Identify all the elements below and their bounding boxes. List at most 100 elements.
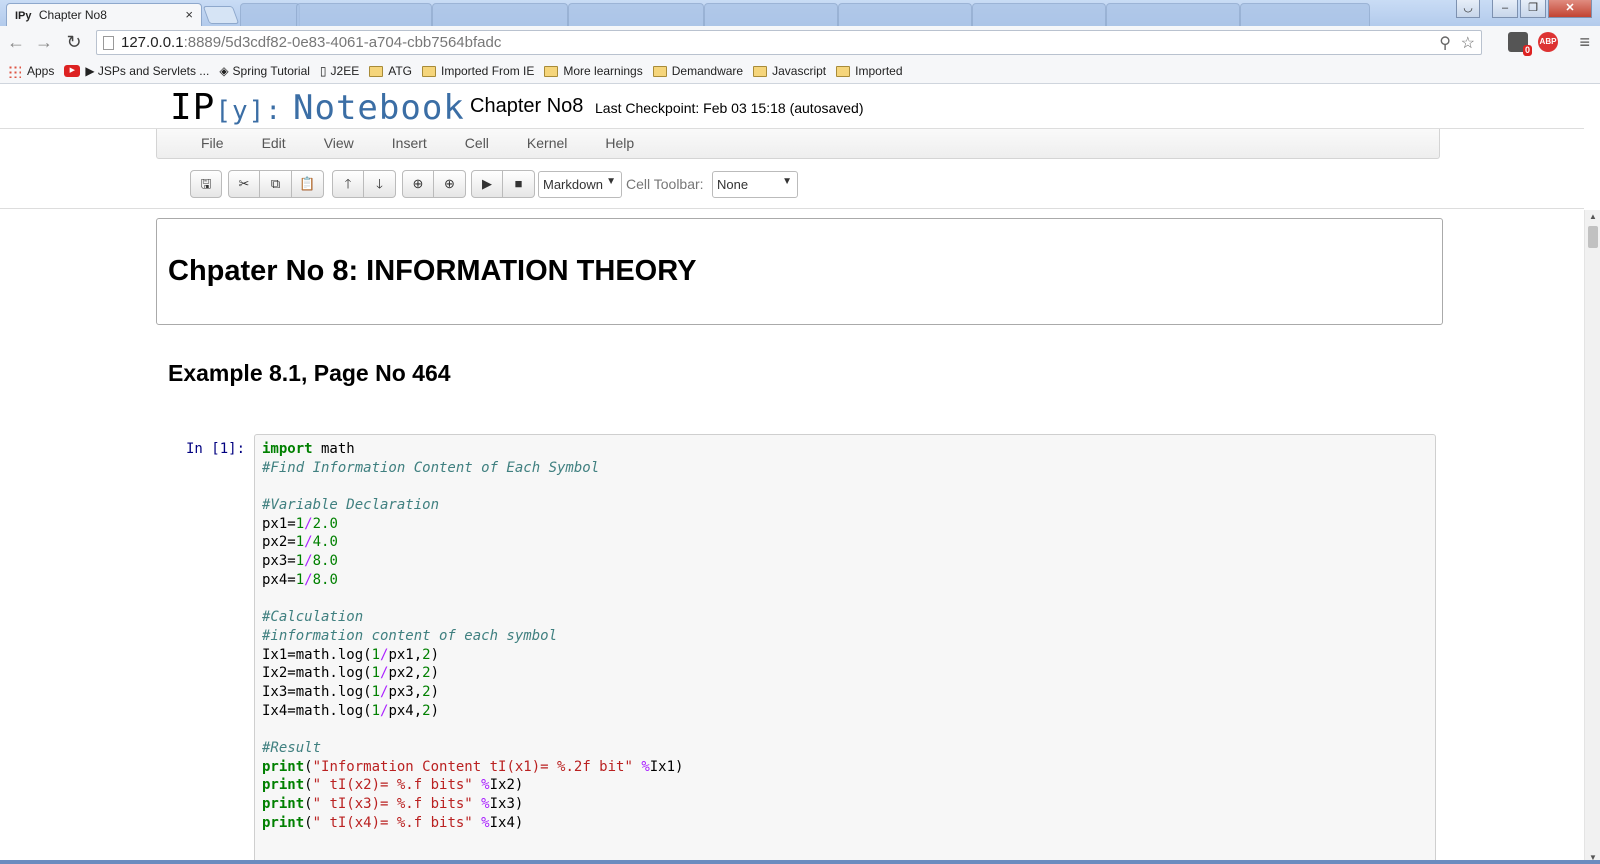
insert-above-icon[interactable]: ⊕ — [402, 170, 434, 198]
code-token: 1 — [371, 646, 381, 663]
menu-view[interactable]: View — [305, 129, 373, 158]
code-token: px1, — [388, 646, 423, 663]
bookmark-jsps-servlets[interactable]: ▶ ▶ JSPs and Servlets ... — [64, 64, 209, 78]
forward-arrow-icon[interactable]: → — [32, 31, 56, 55]
zoom-icon[interactable]: ⚲ — [1439, 33, 1451, 53]
code-token: ) — [430, 646, 440, 663]
code-token: Ix2=math.log( — [262, 665, 372, 682]
extension-icon[interactable]: 0 — [1508, 32, 1532, 56]
tab-background[interactable] — [296, 3, 432, 26]
code-token: % — [472, 796, 490, 813]
tab-close-icon[interactable]: × — [185, 7, 193, 22]
code-token: " tI(x2)= %.f bits" — [312, 777, 473, 794]
bookmark-imported[interactable]: Imported — [836, 64, 903, 78]
bookmark-star-icon[interactable]: ☆ — [1461, 33, 1475, 53]
cell-toolbar-label: Cell Toolbar: — [626, 176, 704, 192]
code-line: print("Information Content tI(x1)= %.2f … — [262, 758, 1428, 777]
menu-insert[interactable]: Insert — [373, 129, 446, 158]
tab-background[interactable] — [972, 3, 1106, 26]
bookmark-imported-from-ie[interactable]: Imported From IE — [422, 64, 534, 78]
cell-toolbar-value: None — [717, 177, 749, 192]
code-token: px3= — [262, 553, 296, 570]
cell-type-select[interactable]: Markdown ▼ — [538, 171, 622, 198]
code-token: px2= — [262, 534, 296, 551]
menu-edit[interactable]: Edit — [243, 129, 305, 158]
code-line: print(" tI(x3)= %.f bits" %Ix3) — [262, 795, 1428, 814]
tab-chapter-no8[interactable]: IPy Chapter No8 × — [6, 3, 202, 26]
tab-background[interactable] — [1106, 3, 1240, 26]
menu-kernel[interactable]: Kernel — [508, 129, 586, 158]
bookmark-j2ee[interactable]: ▯ J2EE — [320, 64, 359, 78]
code-line: Ix1=math.log(1/px1,2) — [262, 646, 1428, 665]
interrupt-kernel-icon[interactable]: ■ — [503, 170, 535, 198]
ipython-notebook-logo[interactable]: IP[y]: Notebook — [170, 85, 465, 133]
restore-icon[interactable]: ❐ — [1520, 0, 1546, 18]
code-token: px4= — [262, 571, 296, 588]
menu-file[interactable]: File — [182, 129, 243, 158]
code-token: "Information Content tI(x1)= %.2f bit" — [312, 758, 633, 775]
code-token: 1 — [295, 571, 305, 588]
insert-below-icon[interactable]: ⊕ — [434, 170, 466, 198]
menu-cell[interactable]: Cell — [446, 129, 508, 158]
tab-background[interactable] — [1240, 3, 1370, 26]
taskbar-edge — [0, 860, 1600, 864]
menu-help[interactable]: Help — [586, 129, 653, 158]
scroll-up-icon[interactable]: ▲ — [1589, 212, 1597, 221]
markdown-cell-selected[interactable]: Chpater No 8: INFORMATION THEORY — [156, 218, 1443, 325]
code-line: px3=1/8.0 — [262, 552, 1428, 571]
code-cell-input[interactable]: import math #Find Information Content of… — [254, 434, 1436, 864]
code-token: 1 — [295, 553, 305, 570]
cell-toolbar-select[interactable]: None ▼ — [712, 171, 798, 198]
folder-icon — [753, 65, 768, 77]
folder-icon — [544, 65, 559, 77]
cut-icon[interactable]: ✂ — [228, 170, 260, 198]
save-icon[interactable]: 🖫 — [190, 170, 222, 198]
code-token: ( — [304, 796, 313, 813]
code-token: Ix3) — [489, 796, 524, 813]
code-line: px4=1/8.0 — [262, 571, 1428, 590]
code-token: ) — [430, 665, 440, 682]
code-token: print — [262, 796, 305, 813]
url-path: :8889/5d3cdf82-0e83-4061-a704-cbb7564bfa… — [183, 34, 502, 51]
move-down-icon[interactable]: 🡓 — [364, 170, 396, 198]
tab-background[interactable] — [240, 3, 300, 26]
bookmark-spring-tutorial[interactable]: ◈ Spring Tutorial — [219, 64, 310, 78]
code-token: % — [472, 814, 490, 831]
code-token: ) — [430, 702, 440, 719]
scroll-thumb[interactable] — [1588, 226, 1598, 248]
code-token: 1 — [371, 702, 381, 719]
run-cell-icon[interactable]: ▶ — [471, 170, 503, 198]
user-profile-button[interactable]: ◡ — [1456, 0, 1480, 18]
tab-background[interactable] — [432, 3, 568, 26]
address-bar[interactable]: 127.0.0.1:8889/5d3cdf82-0e83-4061-a704-c… — [96, 30, 1482, 55]
code-token: px1= — [262, 515, 296, 532]
extension-badge: 0 — [1522, 45, 1532, 56]
page-scrollbar[interactable]: ▲ ▼ — [1584, 210, 1600, 864]
code-token: 8.0 — [312, 553, 338, 570]
bookmark-more-learnings[interactable]: More learnings — [544, 64, 643, 78]
browser-toolbar: ← → ↻ 127.0.0.1:8889/5d3cdf82-0e83-4061-… — [0, 26, 1600, 59]
move-up-icon[interactable]: 🡑 — [332, 170, 364, 198]
new-tab-button[interactable] — [202, 6, 240, 24]
notebook-name[interactable]: Chapter No8 — [470, 95, 583, 118]
bookmark-demandware[interactable]: Demandware — [652, 64, 743, 78]
tab-background[interactable] — [704, 3, 838, 26]
tab-background[interactable] — [838, 3, 972, 26]
close-window-icon[interactable]: ✕ — [1548, 0, 1592, 18]
code-token: 2 — [422, 665, 431, 682]
chrome-menu-icon[interactable]: ≡ — [1579, 32, 1590, 53]
bookmark-atg[interactable]: ATG — [369, 64, 412, 78]
reload-icon[interactable]: ↻ — [62, 31, 86, 55]
back-arrow-icon[interactable]: ← — [4, 31, 28, 55]
apps-grid-icon — [8, 64, 21, 78]
minimize-icon[interactable]: – — [1492, 0, 1518, 18]
tab-background[interactable] — [568, 3, 704, 26]
url-host: 127.0.0.1 — [121, 34, 184, 51]
bookmark-apps[interactable]: Apps — [8, 64, 54, 78]
run-group: ▶ ■ — [471, 170, 535, 198]
copy-icon[interactable]: ⧉ — [260, 170, 292, 198]
paste-icon[interactable]: 📋 — [292, 170, 324, 198]
adblock-plus-icon[interactable]: ABP — [1538, 32, 1558, 52]
bookmark-javascript[interactable]: Javascript — [753, 64, 826, 78]
